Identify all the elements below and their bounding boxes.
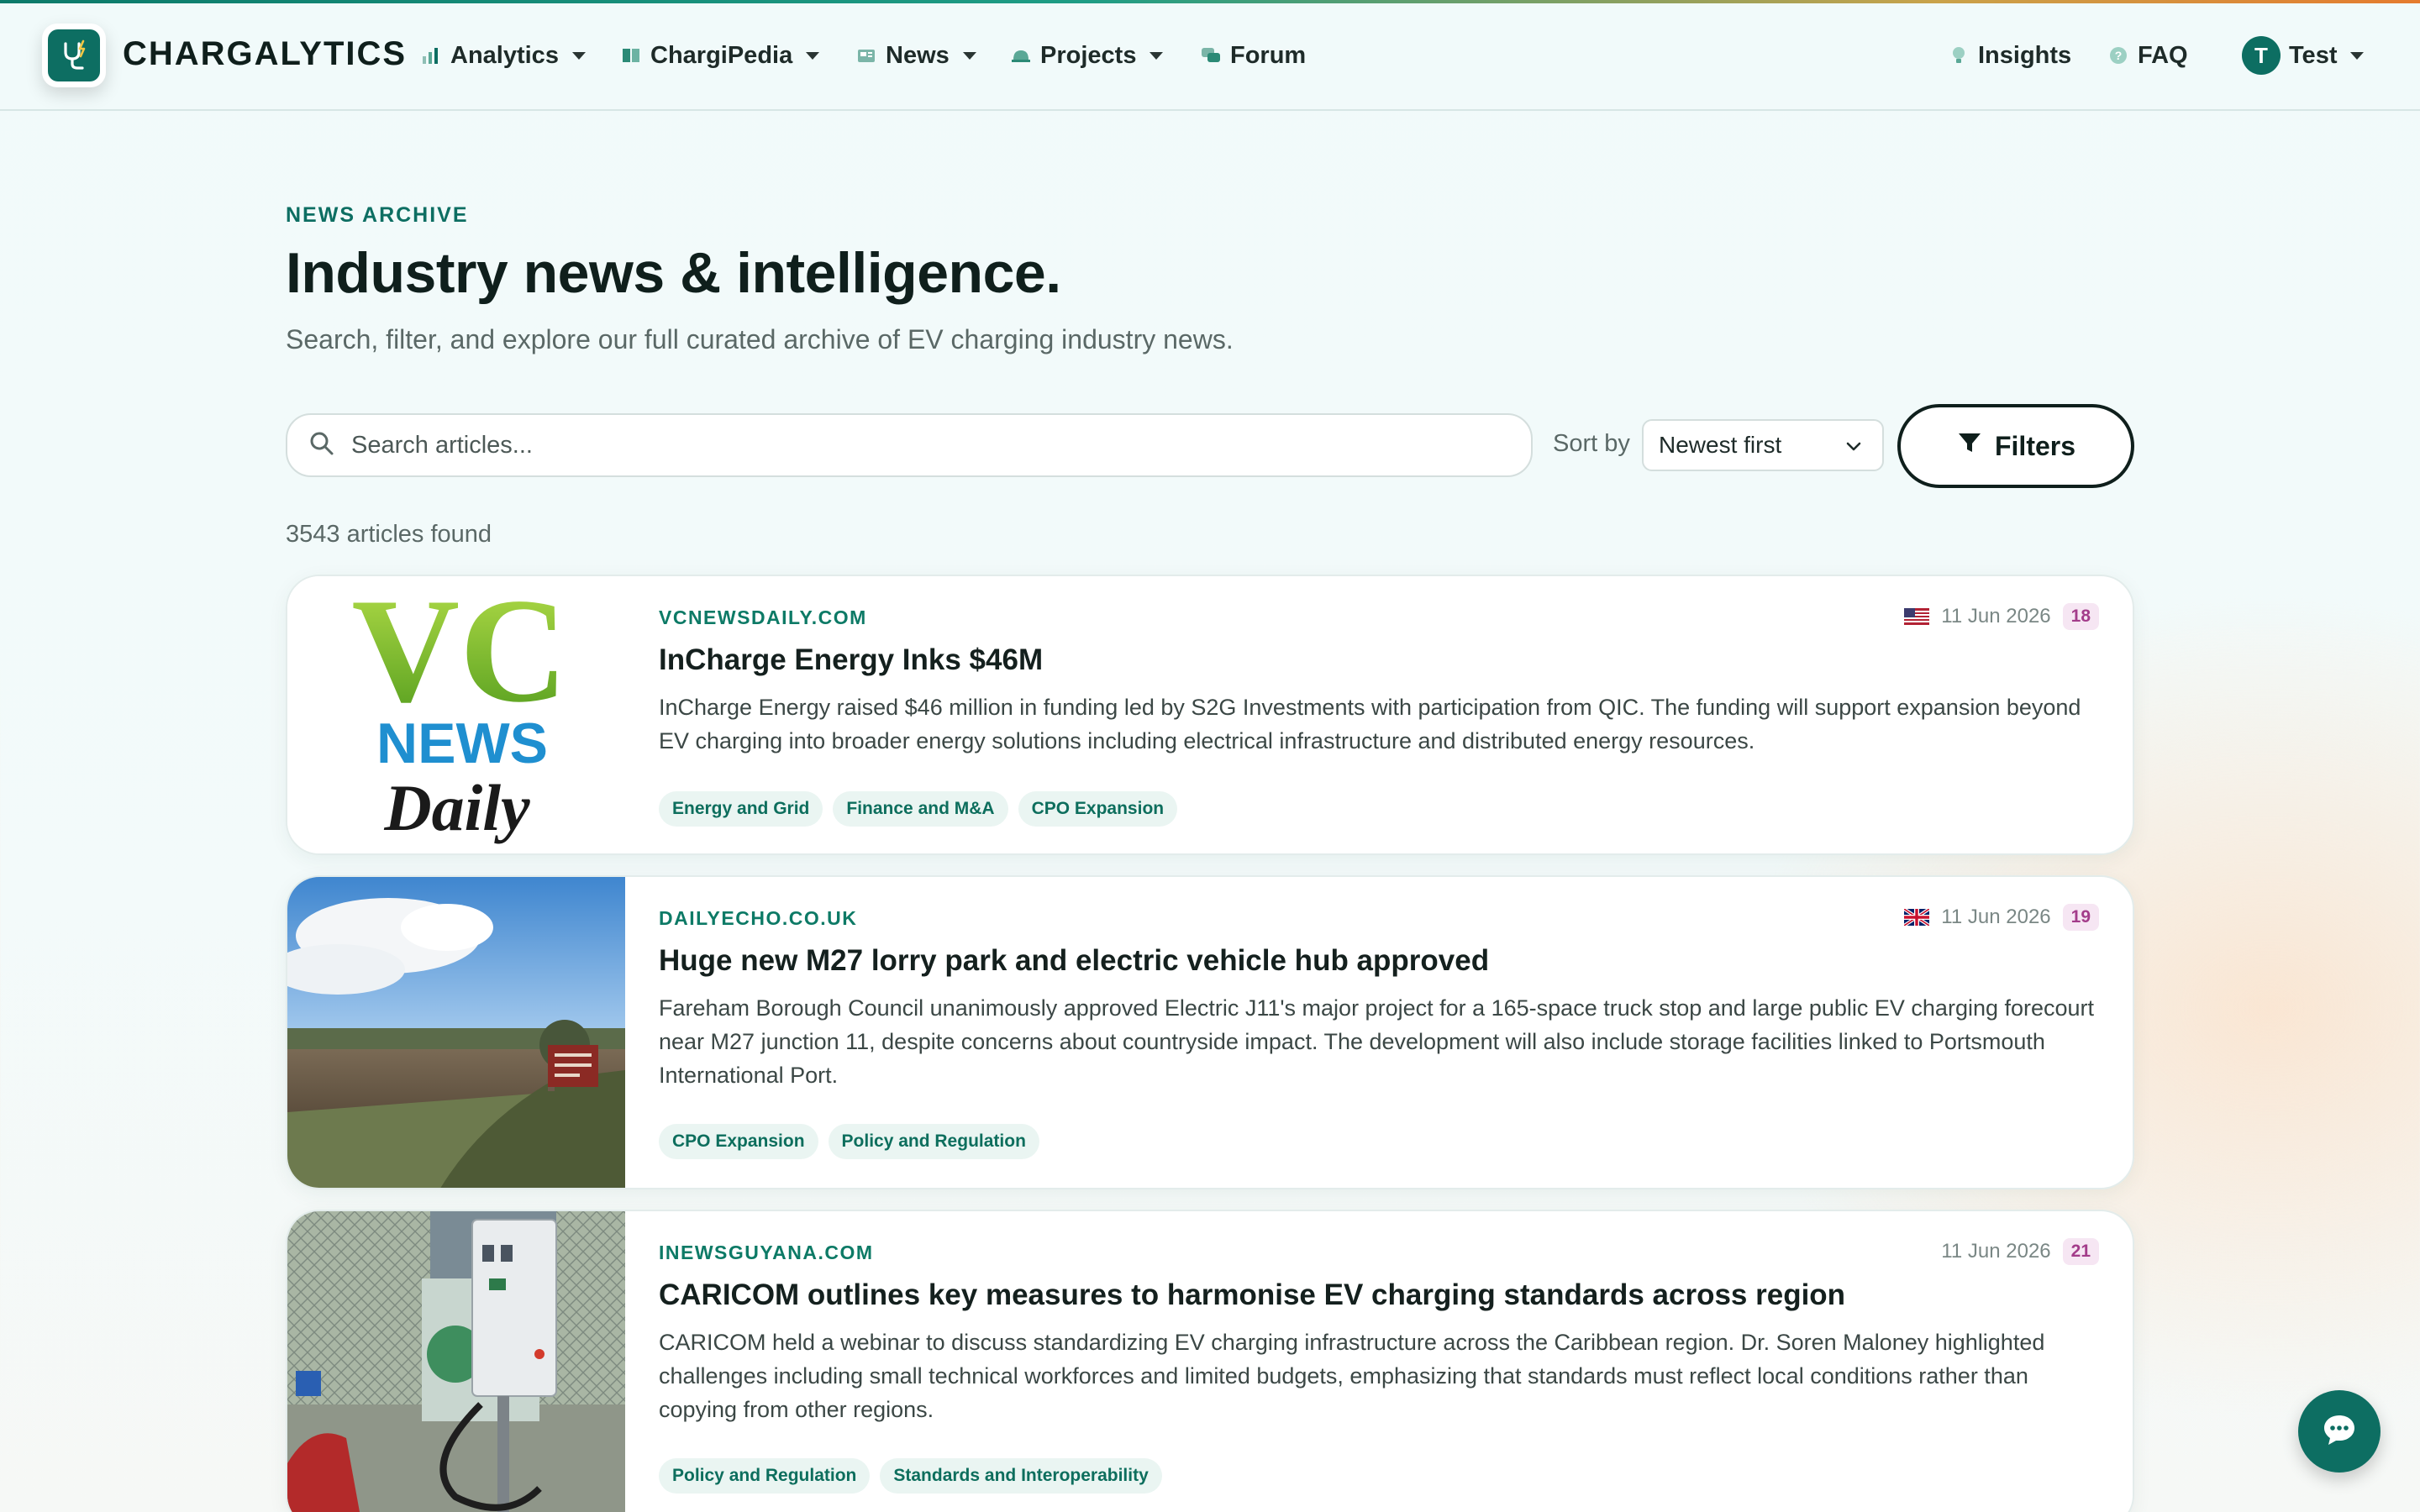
uk-flag-icon (1904, 909, 1930, 926)
article-card[interactable]: DAILYECHO.CO.UK 11 Jun 2026 19 Huge new … (286, 875, 2134, 1189)
nav-insights[interactable]: Insights (1948, 39, 2071, 72)
nav-chargipedia-label: ChargiPedia (650, 41, 793, 69)
tag-chip[interactable]: Policy and Regulation (659, 1458, 871, 1494)
article-count-badge: 19 (2062, 904, 2099, 931)
article-card[interactable]: VC NEWS Daily VCNEWSDAILY.COM 11 Jun 202… (286, 575, 2134, 855)
article-thumbnail[interactable] (287, 1211, 625, 1512)
landscape-photo (287, 877, 625, 1188)
us-flag-icon (1904, 608, 1930, 625)
logo-plug-icon (48, 29, 100, 81)
nav-projects[interactable]: Projects (1010, 39, 1164, 72)
nav-news-label: News (886, 41, 950, 69)
article-title[interactable]: CARICOM outlines key measures to harmoni… (659, 1278, 1845, 1312)
tag-chip[interactable]: CPO Expansion (659, 1124, 818, 1159)
article-summary: InCharge Energy raised $46 million in fu… (659, 695, 2081, 753)
article-meta: 11 Jun 2026 21 (1941, 1238, 2099, 1265)
article-content: INEWSGUYANA.COM 11 Jun 2026 21 CARICOM o… (659, 1211, 2099, 1512)
article-count-badge: 21 (2062, 1238, 2099, 1265)
lightbulb-icon (1948, 45, 1970, 66)
chevron-down-icon (806, 51, 820, 60)
logo-daily-text: Daily (383, 771, 530, 844)
navbar: CHARGALYTICS Analytics ChargiPedia News … (0, 3, 2420, 111)
article-title[interactable]: Huge new M27 lorry park and electric veh… (659, 944, 1489, 978)
nav-projects-label: Projects (1040, 41, 1137, 69)
sort-value: Newest first (1659, 432, 1782, 458)
logo-news-text: NEWS (376, 711, 548, 775)
article-content: DAILYECHO.CO.UK 11 Jun 2026 19 Huge new … (659, 877, 2099, 1188)
article-tags: Energy and Grid Finance and M&A CPO Expa… (659, 791, 1178, 827)
results-count: 3543 articles found (286, 521, 492, 548)
logo-vc-text: VC (351, 576, 567, 733)
newspaper-icon (855, 45, 877, 66)
article-summary: CARICOM held a webinar to discuss standa… (659, 1330, 2045, 1422)
article-thumbnail[interactable] (287, 877, 625, 1188)
brand-name[interactable]: CHARGALYTICS (123, 35, 407, 73)
sort-select[interactable]: Newest first (1642, 419, 1884, 471)
nav-faq-label: FAQ (2138, 41, 2188, 69)
article-meta: 11 Jun 2026 18 (1904, 603, 2099, 630)
article-thumbnail[interactable]: VC NEWS Daily (287, 576, 625, 853)
nav-analytics-label: Analytics (450, 41, 559, 69)
chevron-down-icon (2350, 51, 2365, 60)
article-title[interactable]: InCharge Energy Inks $46M (659, 643, 1043, 677)
search-input[interactable] (351, 431, 1511, 459)
chat-support-button[interactable] (2298, 1390, 2381, 1473)
nav-faq[interactable]: ? FAQ (2107, 39, 2188, 72)
chevron-down-icon (1150, 51, 1164, 60)
article-tags: Policy and Regulation Standards and Inte… (659, 1458, 1162, 1494)
chat-bubbles-icon (1200, 45, 1222, 66)
section-eyebrow: NEWS ARCHIVE (286, 203, 469, 227)
chat-icon (2321, 1411, 2358, 1452)
avatar: T (2242, 36, 2281, 75)
article-tags: CPO Expansion Policy and Regulation (659, 1124, 1039, 1159)
search-box[interactable] (286, 413, 1533, 477)
vcnewsdaily-logo: VC NEWS Daily (351, 576, 567, 844)
filters-label: Filters (1994, 430, 2076, 461)
logo[interactable] (42, 24, 106, 87)
chevron-down-icon (962, 51, 976, 60)
page-title: Industry news & intelligence. (286, 241, 1061, 305)
filter-funnel-icon (1956, 429, 1983, 463)
hardhat-icon (1010, 45, 1032, 66)
chevron-down-icon (1844, 436, 1864, 463)
article-date: 11 Jun 2026 (1941, 1240, 2051, 1263)
nav-forum-label: Forum (1230, 41, 1307, 69)
book-icon (620, 45, 642, 66)
analytics-icon (420, 45, 442, 66)
tag-chip[interactable]: Energy and Grid (659, 791, 823, 827)
question-icon: ? (2107, 45, 2129, 66)
article-meta: 11 Jun 2026 19 (1904, 904, 2099, 931)
user-menu[interactable]: T Test (2242, 36, 2365, 75)
chevron-down-icon (571, 51, 586, 60)
tag-chip[interactable]: Policy and Regulation (828, 1124, 1039, 1159)
article-card[interactable]: INEWSGUYANA.COM 11 Jun 2026 21 CARICOM o… (286, 1210, 2134, 1512)
user-name: Test (2289, 41, 2338, 69)
nav-insights-label: Insights (1978, 41, 2072, 69)
article-summary: Fareham Borough Council unanimously appr… (659, 995, 2095, 1088)
article-source[interactable]: DAILYECHO.CO.UK (659, 907, 857, 930)
tag-chip[interactable]: Finance and M&A (833, 791, 1008, 827)
page-subtitle: Search, filter, and explore our full cur… (286, 324, 1234, 354)
nav-news[interactable]: News (855, 39, 976, 72)
article-count-badge: 18 (2062, 603, 2099, 630)
tag-chip[interactable]: CPO Expansion (1018, 791, 1178, 827)
sort-label: Sort by (1553, 430, 1630, 457)
article-source[interactable]: INEWSGUYANA.COM (659, 1242, 874, 1264)
article-source[interactable]: VCNEWSDAILY.COM (659, 606, 867, 629)
nav-forum[interactable]: Forum (1200, 39, 1306, 72)
nav-analytics[interactable]: Analytics (420, 39, 586, 72)
nav-chargipedia[interactable]: ChargiPedia (620, 39, 820, 72)
article-date: 11 Jun 2026 (1941, 906, 2051, 928)
filters-button[interactable]: Filters (1897, 404, 2134, 488)
svg-text:?: ? (2115, 49, 2123, 62)
article-content: VCNEWSDAILY.COM 11 Jun 2026 18 InCharge … (659, 576, 2099, 853)
search-icon (309, 431, 334, 460)
charger-photo (287, 1211, 625, 1512)
tag-chip[interactable]: Standards and Interoperability (880, 1458, 1162, 1494)
article-date: 11 Jun 2026 (1941, 605, 2051, 627)
